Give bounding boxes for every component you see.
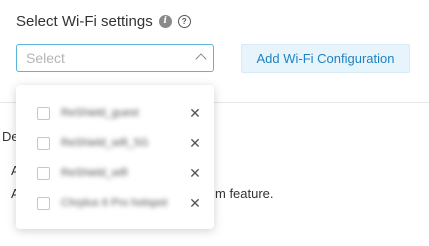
- dropdown-option[interactable]: Chrplus 6 Pro hotspot ✕: [16, 188, 214, 218]
- wifi-select[interactable]: Select: [16, 44, 214, 72]
- option-checkbox[interactable]: [37, 166, 50, 180]
- remove-icon[interactable]: ✕: [188, 196, 202, 210]
- dropdown-option[interactable]: ReShield_wifi ✕: [16, 158, 214, 188]
- wifi-dropdown-menu: ReShield_guest ✕ ReShield_wifi_5G ✕ ReSh…: [16, 85, 214, 229]
- remove-icon[interactable]: ✕: [188, 106, 202, 120]
- dropdown-option[interactable]: ReShield_wifi_5G ✕: [16, 128, 214, 158]
- help-icon[interactable]: ?: [177, 15, 191, 28]
- wifi-settings-panel: Select Wi-Fi settings i ? Select Add Wi-…: [0, 0, 429, 246]
- select-placeholder: Select: [26, 50, 65, 66]
- remove-icon[interactable]: ✕: [188, 136, 202, 150]
- chevron-up-icon: [195, 53, 207, 65]
- option-label: ReShield_wifi_5G: [61, 137, 149, 149]
- option-checkbox[interactable]: [37, 196, 50, 210]
- background-text: m feature.: [215, 186, 274, 201]
- option-label: ReShield_wifi: [61, 167, 128, 179]
- info-icon[interactable]: i: [158, 15, 172, 28]
- option-label: Chrplus 6 Pro hotspot: [61, 197, 168, 209]
- option-checkbox[interactable]: [37, 106, 50, 120]
- remove-icon[interactable]: ✕: [188, 166, 202, 180]
- title-row: Select Wi-Fi settings i ?: [16, 13, 191, 30]
- option-label: ReShield_guest: [61, 107, 139, 119]
- dropdown-option[interactable]: ReShield_guest ✕: [16, 98, 214, 128]
- add-wifi-configuration-button[interactable]: Add Wi-Fi Configuration: [241, 44, 410, 73]
- section-title: Select Wi-Fi settings: [16, 13, 153, 30]
- option-checkbox[interactable]: [37, 136, 50, 150]
